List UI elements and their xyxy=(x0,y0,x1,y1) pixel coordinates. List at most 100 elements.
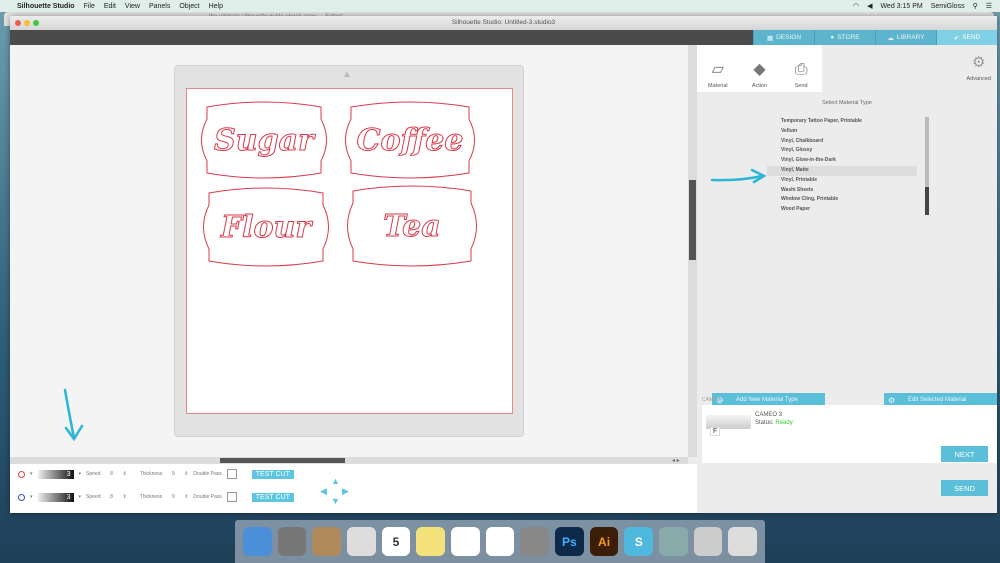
store-icon: ● xyxy=(830,34,835,41)
label-shape[interactable]: Tea xyxy=(347,185,477,267)
arrow-up-icon[interactable]: ▲ xyxy=(331,476,340,486)
scroll-thumb[interactable] xyxy=(925,187,929,215)
send-button[interactable]: SEND xyxy=(941,480,988,496)
arrow-left-icon[interactable]: ◀ xyxy=(320,486,327,497)
material-item[interactable]: Vellum xyxy=(767,127,917,137)
material-item[interactable]: Wood Paper xyxy=(767,205,917,215)
gear-icon: ⚙ xyxy=(972,54,986,71)
dock-system-preferences-icon[interactable] xyxy=(520,527,550,556)
menu-help[interactable]: Help xyxy=(209,3,223,10)
horizontal-scrollbar[interactable] xyxy=(10,457,688,464)
menu-app-name[interactable]: Silhouette Studio xyxy=(17,3,75,10)
wifi-icon[interactable]: ◠ xyxy=(853,2,859,10)
material-list[interactable]: Temporary Tattoo Paper, Printable Vellum V… xyxy=(767,117,917,215)
material-item[interactable]: Vinyl, Printable xyxy=(767,176,917,186)
scroll-arrows[interactable]: ◂ ▸ xyxy=(672,457,680,464)
test-cut-button[interactable]: TEST CUT xyxy=(251,492,294,502)
dock-silhouette-studio-icon[interactable]: S xyxy=(624,527,654,556)
material-item[interactable]: Vinyl, Glow-in-the-Dark xyxy=(767,156,917,166)
material-tab[interactable]: ▱ Material xyxy=(697,45,739,92)
label-shape[interactable]: Sugar xyxy=(201,101,327,179)
thickness-stepper[interactable]: ⇕ xyxy=(184,494,188,500)
test-cut-button[interactable]: TEST CUT xyxy=(251,469,294,479)
chevron-down-icon[interactable]: ▾ xyxy=(30,471,33,477)
material-item[interactable]: Vinyl, Glossy xyxy=(767,146,917,156)
material-item[interactable]: Temporary Tattoo Paper, Printable xyxy=(767,117,917,127)
dock-finder-icon[interactable] xyxy=(243,527,272,556)
double-pass-checkbox[interactable] xyxy=(226,492,237,502)
dock-calendar-icon[interactable]: 5 xyxy=(381,527,411,556)
material-list-scrollbar[interactable] xyxy=(925,117,929,215)
tab-library[interactable]: ☁ LIBRARY xyxy=(875,30,936,45)
annotation-arrow-down xyxy=(63,388,84,442)
dock-reminders-icon[interactable] xyxy=(451,527,480,556)
list-icon[interactable]: ☰ xyxy=(986,2,992,10)
double-pass-checkbox[interactable] xyxy=(226,469,237,479)
material-icon: ▱ xyxy=(711,61,724,78)
printer-icon: ⎙ xyxy=(794,61,808,78)
menu-edit[interactable]: Edit xyxy=(104,3,116,10)
arrow-down-icon[interactable]: ▼ xyxy=(331,496,340,506)
menu-panels[interactable]: Panels xyxy=(149,3,170,10)
chevron-down-icon[interactable]: ▾ xyxy=(79,494,82,500)
tab-design[interactable]: ▦ DESIGN xyxy=(753,30,814,45)
material-swatch[interactable]: 3 xyxy=(37,492,74,502)
tab-send[interactable]: ✔ SEND xyxy=(936,30,997,45)
speed-stepper[interactable]: ⇕ xyxy=(123,471,127,477)
send-tab[interactable]: ⎙ Send xyxy=(780,45,822,92)
material-item[interactable]: Vinyl, Matte xyxy=(767,165,917,176)
dock-launchpad-icon[interactable] xyxy=(277,527,307,556)
cutting-mat: ▲ Sugar Coffee Flour Tea xyxy=(174,65,524,437)
material-item[interactable]: Window Cling, Printable xyxy=(767,195,917,205)
send-icon: ✔ xyxy=(953,34,960,42)
search-icon[interactable]: ⚲ xyxy=(973,2,978,10)
vertical-scrollbar[interactable] xyxy=(688,45,697,457)
line-color-icon[interactable] xyxy=(18,493,25,501)
tab-label: DESIGN xyxy=(776,34,802,41)
volume-icon[interactable]: ◀ xyxy=(867,2,872,10)
chevron-down-icon[interactable]: ▾ xyxy=(30,494,33,500)
dock-ps-icon[interactable]: Ps xyxy=(555,527,584,556)
advanced-tab[interactable]: ⚙ Advanced xyxy=(967,53,991,82)
label-shape[interactable]: Flour xyxy=(203,187,329,267)
line-color-icon[interactable] xyxy=(18,470,25,478)
scroll-thumb[interactable] xyxy=(220,458,345,463)
chevron-down-icon[interactable]: ▾ xyxy=(79,471,82,477)
label-shape[interactable]: Coffee xyxy=(345,101,475,179)
dock-chrome-icon[interactable] xyxy=(347,527,376,556)
label-text: Tea xyxy=(383,209,440,244)
menu-view[interactable]: View xyxy=(125,3,140,10)
dock-trash-icon[interactable] xyxy=(728,527,758,556)
speed-stepper[interactable]: ⇕ xyxy=(123,494,127,500)
speed-value[interactable]: 8 xyxy=(106,494,118,500)
thickness-value[interactable]: 9 xyxy=(167,471,179,477)
dock-preview-icon[interactable] xyxy=(659,527,688,556)
zoom-button[interactable] xyxy=(33,20,39,26)
dock-downloads-icon[interactable] xyxy=(693,527,723,556)
dock-notes-icon[interactable] xyxy=(312,527,342,556)
action-tab[interactable]: ◆ Action xyxy=(739,45,781,92)
scroll-thumb[interactable] xyxy=(689,180,696,260)
material-swatch[interactable]: 3 xyxy=(37,469,74,479)
next-button[interactable]: NEXT xyxy=(941,446,988,462)
material-item[interactable]: Vinyl, Chalkboard xyxy=(767,137,917,147)
minimize-button[interactable] xyxy=(24,20,30,26)
clock[interactable]: Wed 3:15 PM xyxy=(880,3,922,10)
arrow-right-icon[interactable]: ▶ xyxy=(342,486,349,497)
menu-file[interactable]: File xyxy=(84,3,95,10)
cut-row: ▾ 3 ▾ Speed 8 ⇕ Thickness 9 ⇕ Double Pass TEST CUT xyxy=(18,469,294,479)
material-item[interactable]: Washi Sheets xyxy=(767,186,917,196)
user-name[interactable]: SemiGloss xyxy=(931,3,965,10)
dock-notes-icon[interactable] xyxy=(416,527,446,556)
speed-value[interactable]: 8 xyxy=(106,471,118,477)
thickness-value[interactable]: 9 xyxy=(167,494,179,500)
dock-photos-icon[interactable] xyxy=(485,527,515,556)
menu-object[interactable]: Object xyxy=(179,3,199,10)
design-canvas[interactable]: ▲ Sugar Coffee Flour Tea xyxy=(10,45,688,457)
dock: 5 Ps Ai S xyxy=(235,520,765,563)
thickness-stepper[interactable]: ⇕ xyxy=(184,471,188,477)
dock-ai-icon[interactable]: Ai xyxy=(589,527,619,556)
close-button[interactable] xyxy=(15,20,21,26)
tab-store[interactable]: ● STORE xyxy=(814,30,875,45)
move-pad[interactable]: ▲ ◀ ▶ ▼ xyxy=(320,476,352,506)
